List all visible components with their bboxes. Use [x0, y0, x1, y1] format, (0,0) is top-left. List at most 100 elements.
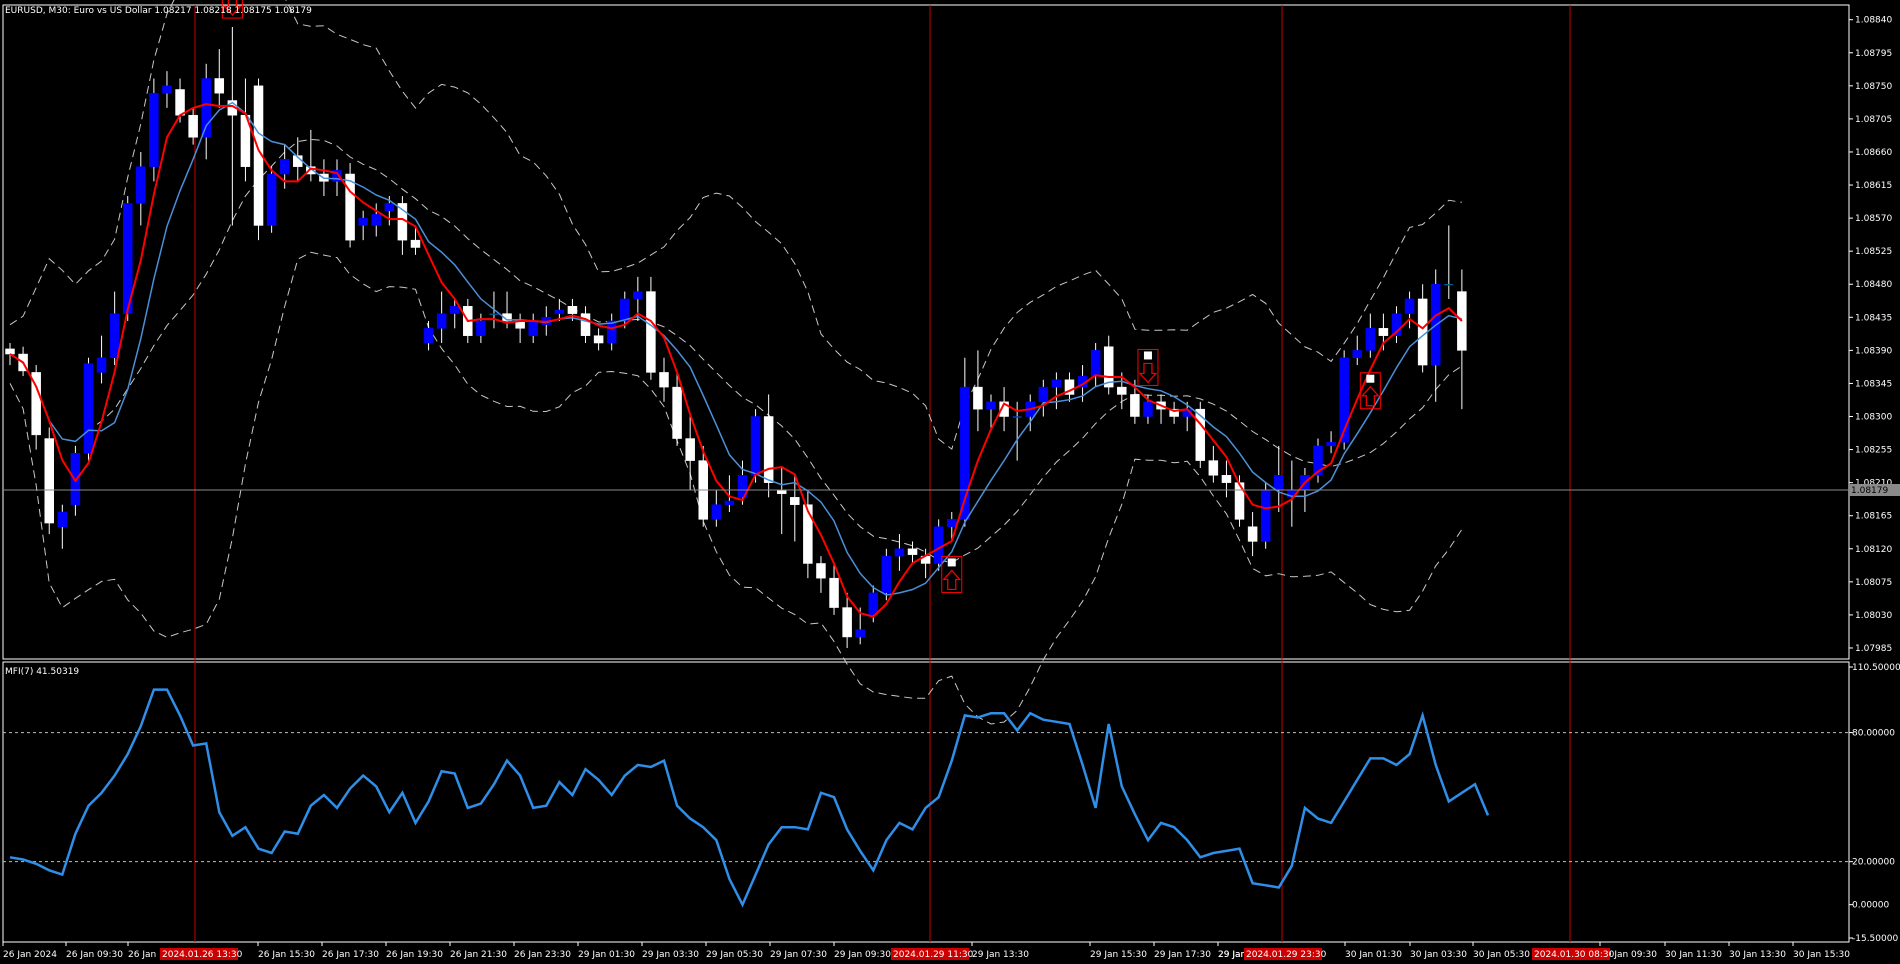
- candle-body: [1260, 489, 1271, 542]
- time-tick-label: 29 Jan 03:30: [642, 950, 699, 960]
- candle-body: [593, 335, 604, 344]
- candle-body: [528, 320, 538, 336]
- candle-body: [175, 89, 185, 116]
- candle-body: [907, 548, 918, 555]
- time-tick-label: 29 Jan 13:30: [972, 950, 1029, 960]
- price-tick-label: 1.08705: [1855, 115, 1892, 125]
- candle-body: [646, 291, 656, 373]
- candle-body: [1352, 350, 1362, 358]
- candle-body: [266, 173, 277, 226]
- price-tick-label: 1.08525: [1855, 247, 1892, 257]
- candle-body: [1247, 526, 1258, 542]
- price-tick-label: 1.08075: [1855, 578, 1892, 588]
- price-tick-label: 1.08750: [1855, 82, 1892, 92]
- candle-body: [188, 114, 198, 138]
- candle-body: [201, 78, 211, 138]
- candle-body: [1417, 298, 1428, 366]
- candle-body: [423, 328, 434, 344]
- candle-body: [410, 239, 421, 248]
- time-tick-label: 29 Jan: [1218, 950, 1246, 960]
- time-tick-label: 29 Jan 07:30: [770, 950, 827, 960]
- time-marker-text: 2024.01.29 11:30: [893, 950, 974, 960]
- price-tick-label: 1.08120: [1855, 545, 1892, 555]
- time-tick-label: 26 Jan 09:30: [66, 950, 123, 960]
- candle-body: [1444, 283, 1454, 286]
- candle-body: [855, 629, 865, 638]
- candle-body: [449, 306, 460, 314]
- arrow-marker: [947, 558, 956, 567]
- candle-body: [371, 214, 381, 226]
- time-tick-label: 30 Jan 01:30: [1345, 950, 1402, 960]
- candle-body: [803, 504, 813, 564]
- price-tick-label: 1.08570: [1855, 214, 1892, 224]
- time-tick-label: 26 Jan: [128, 950, 156, 960]
- candle-body: [1365, 328, 1376, 351]
- current-price-label: 1.08179: [1851, 486, 1888, 496]
- candle-body: [842, 607, 852, 638]
- time-marker-label: 2024.01.30 08:30: [1532, 948, 1615, 960]
- candle-body: [1274, 475, 1284, 491]
- candle-body: [580, 313, 591, 336]
- candle-body: [1090, 350, 1101, 377]
- candle-body: [816, 563, 826, 579]
- candle-body: [1404, 298, 1415, 314]
- time-tick-label: 26 Jan 23:30: [514, 950, 571, 960]
- candle-body: [659, 372, 669, 388]
- candle-body: [476, 320, 486, 336]
- candle-body: [554, 309, 565, 314]
- indicator-title: MFI(7) 41.50319: [5, 667, 79, 677]
- price-tick-label: 1.08615: [1855, 181, 1892, 191]
- candle-body: [5, 348, 15, 355]
- candle-body: [685, 438, 695, 461]
- arrow-marker: [1366, 374, 1375, 383]
- candle-body: [83, 363, 94, 454]
- candle-body: [1143, 401, 1153, 417]
- mfi-tick-label: -15.50000: [1852, 934, 1898, 944]
- candle-body: [436, 313, 447, 329]
- time-tick-label: 29 Jan 17:30: [1154, 950, 1211, 960]
- price-tick-label: 1.07985: [1855, 644, 1892, 654]
- mfi-tick-label: 0.00000: [1852, 901, 1889, 911]
- candle-body: [44, 438, 54, 524]
- candle-body: [606, 320, 617, 344]
- candle-body: [567, 306, 578, 314]
- time-tick-label: 26 Jan 15:30: [258, 950, 315, 960]
- price-tick-label: 1.08480: [1855, 280, 1892, 290]
- time-marker-label: 2024.01.29 11:30: [891, 948, 974, 960]
- candle-body: [136, 166, 146, 204]
- candle-body: [633, 291, 643, 300]
- candle-body: [162, 85, 172, 94]
- time-tick-label: 30 Jan 13:30: [1729, 950, 1786, 960]
- price-tick-label: 1.08165: [1855, 512, 1892, 522]
- candle-body: [672, 386, 682, 439]
- time-tick-label: 26 Jan 17:30: [322, 950, 379, 960]
- candle-body: [149, 92, 159, 167]
- time-tick-label: 30 Jan 03:30: [1410, 950, 1467, 960]
- time-tick-label: 29 Jan 01:30: [578, 950, 635, 960]
- candle-body: [711, 504, 722, 520]
- candle-body: [1221, 475, 1232, 483]
- candle-body: [790, 497, 800, 505]
- price-tick-label: 1.08840: [1855, 16, 1892, 26]
- time-marker-text: 2024.01.26 13:30: [162, 950, 243, 960]
- chart-title: EURUSD, M30: Euro vs US Dollar 1.08217 1…: [5, 6, 312, 16]
- arrow-marker: [1143, 351, 1152, 360]
- time-marker-text: 2024.01.30 08:30: [1534, 950, 1615, 960]
- price-tick-label: 1.08795: [1855, 49, 1892, 59]
- price-tick-label: 1.08435: [1855, 313, 1892, 323]
- candle-body: [868, 592, 879, 616]
- time-tick-label: 26 Jan 19:30: [386, 950, 443, 960]
- candle-body: [57, 511, 68, 527]
- trading-chart[interactable]: 1.08840 1.08795 1.08750 1.08705 1.08660 1.086…: [0, 0, 1900, 964]
- candle-body: [1195, 408, 1206, 461]
- candle-body: [776, 489, 787, 494]
- mfi-tick-label: 80.00000: [1852, 729, 1895, 739]
- mfi-tick-label: 110.50000: [1852, 663, 1900, 673]
- candle-body: [214, 78, 225, 94]
- price-tick-label: 1.08030: [1855, 611, 1892, 621]
- time-tick-label: 26 Jan 21:30: [450, 950, 507, 960]
- candle-body: [96, 357, 107, 373]
- price-tick-label: 1.08300: [1855, 413, 1892, 423]
- time-marker-label: 2024.01.26 13:30: [160, 948, 243, 960]
- candle-body: [489, 313, 499, 315]
